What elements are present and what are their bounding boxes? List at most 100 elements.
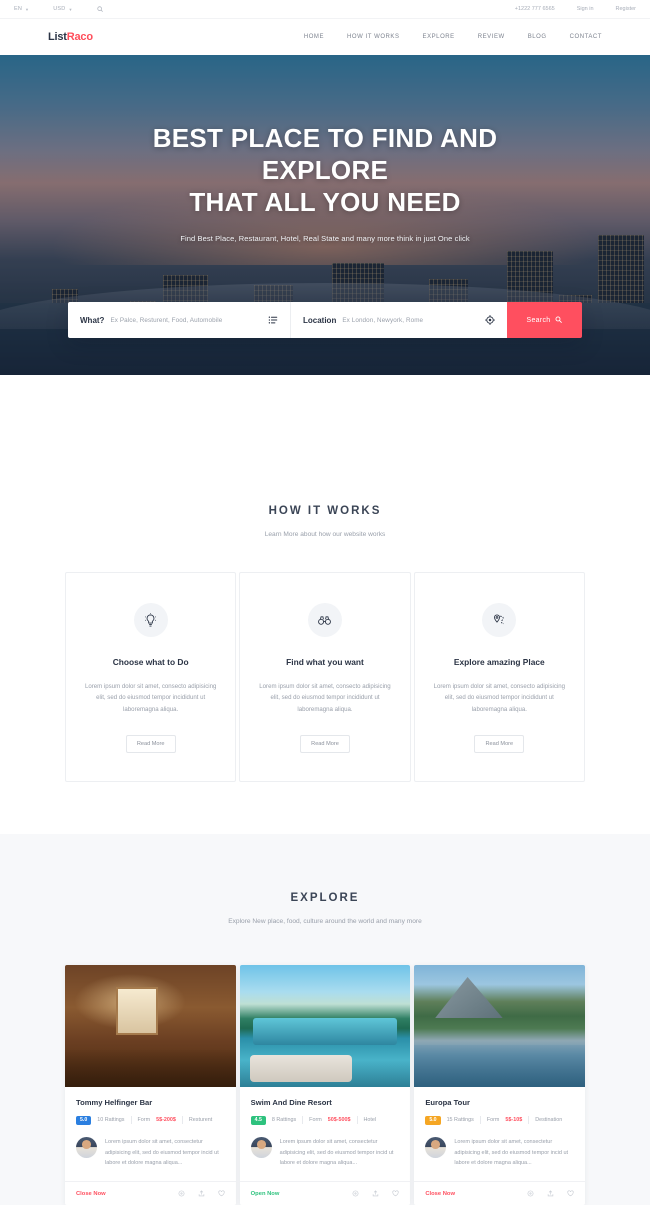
- listing-body: Tommy Helfinger Bar 5.0 10 Rattings Form…: [65, 1087, 236, 1181]
- section-title: HOW IT WORKS: [268, 505, 382, 517]
- card-title: Find what you want: [286, 657, 364, 667]
- search-button[interactable]: Search: [507, 302, 582, 338]
- listing-image: [65, 964, 236, 1087]
- target-icon[interactable]: [485, 315, 495, 325]
- logo[interactable]: ListRaco: [48, 31, 93, 43]
- listing-meta: 4.5 8 Rattings Form 50$-500$ Hotel: [250, 1115, 400, 1125]
- signin-link[interactable]: Sign in: [577, 6, 594, 12]
- list-icon[interactable]: [268, 315, 278, 325]
- lightbulb-icon: [133, 603, 168, 637]
- share-icon[interactable]: [547, 1190, 554, 1197]
- nav-item-review[interactable]: REVIEW: [478, 34, 505, 40]
- listing-title: Swim And Dine Resort: [250, 1097, 332, 1107]
- search-icon[interactable]: [97, 6, 103, 12]
- section-title: EXPLORE: [290, 891, 360, 904]
- nav-item-explore[interactable]: EXPLORE: [423, 34, 455, 40]
- status-badge: Close Now: [76, 1190, 106, 1197]
- read-more-button[interactable]: Read More: [474, 734, 525, 753]
- share-icon[interactable]: [198, 1190, 205, 1197]
- divider: [356, 1116, 358, 1125]
- card-text: Lorem ipsum dolor sit amet, consecto adi…: [84, 683, 217, 713]
- listing-card[interactable]: Europa Tour 5.0 15 Rattings Form 5$-10$ …: [414, 964, 586, 1205]
- nav-item-contact[interactable]: CONTACT: [570, 34, 602, 40]
- listing-card[interactable]: Swim And Dine Resort 4.5 8 Rattings Form…: [239, 964, 411, 1205]
- status-badge: Open Now: [250, 1190, 280, 1197]
- heart-icon[interactable]: [567, 1190, 574, 1197]
- listing-description: Lorem ipsum dolor sit amet, consectetur …: [105, 1139, 219, 1167]
- explore-header: EXPLORE Explore New place, food, culture…: [65, 892, 585, 925]
- location-placeholder: Ex London, Newyork, Rome: [342, 316, 424, 324]
- listing-footer: Open Now: [239, 1181, 411, 1205]
- binoculars-icon: [307, 603, 342, 637]
- section-subtitle: Learn More about how our website works: [264, 531, 386, 538]
- nav-item-how-it-works[interactable]: HOW IT WORKS: [347, 34, 400, 40]
- listing-footer: Close Now: [65, 1181, 236, 1205]
- card-title: Explore amazing Place: [453, 657, 545, 667]
- how-it-works-cards: Choose what to Do Lorem ipsum dolor sit …: [65, 572, 585, 782]
- price-prefix: Form: [309, 1117, 322, 1124]
- language-label: EN: [14, 6, 23, 12]
- search-button-label: Search: [526, 316, 551, 324]
- ratings-count: 10 Rattings: [97, 1117, 125, 1124]
- divider: [479, 1116, 481, 1125]
- nav-item-home[interactable]: HOME: [304, 34, 324, 40]
- register-link[interactable]: Register: [616, 6, 636, 12]
- how-it-works-card-choose: Choose what to Do Lorem ipsum dolor sit …: [65, 572, 237, 782]
- hero-subtitle: Find Best Place, Restaurant, Hotel, Real…: [180, 233, 470, 243]
- nav-item-blog[interactable]: BLOG: [528, 34, 547, 40]
- status-badge: Close Now: [425, 1190, 455, 1197]
- language-selector[interactable]: EN ▼: [14, 6, 29, 12]
- ratings-count: 8 Rattings: [271, 1117, 297, 1124]
- main-navigation: HOME HOW IT WORKS EXPLORE REVIEW BLOG CO…: [304, 34, 602, 40]
- divider: [181, 1116, 183, 1125]
- rating-badge: 4.5: [250, 1115, 266, 1125]
- search-what-field[interactable]: What? Ex Palce, Resturent, Food, Automob…: [68, 302, 290, 338]
- location-pin-icon[interactable]: [527, 1190, 534, 1197]
- read-more-button[interactable]: Read More: [300, 734, 350, 753]
- how-it-works-card-find: Find what you want Lorem ipsum dolor sit…: [239, 572, 411, 782]
- read-more-button[interactable]: Read More: [125, 734, 176, 753]
- listing-description-row: Lorem ipsum dolor sit amet, consectetur …: [76, 1137, 225, 1181]
- currency-selector[interactable]: USD ▼: [53, 6, 72, 12]
- listing-meta: 5.0 10 Rattings Form 5$-200$ Resturent: [76, 1115, 225, 1125]
- logo-text-primary: List: [48, 31, 67, 43]
- top-bar-left: EN ▼ USD ▼: [14, 6, 103, 12]
- hero-title-line1: BEST PLACE TO FIND AND EXPLORE: [152, 123, 498, 185]
- top-bar: EN ▼ USD ▼ +1222 777 6565 Sign in Regist…: [0, 0, 650, 19]
- rating-badge: 5.0: [76, 1115, 92, 1125]
- explore-section: EXPLORE Explore New place, food, culture…: [0, 833, 650, 1205]
- what-label: What?: [80, 315, 105, 325]
- heart-icon[interactable]: [392, 1190, 399, 1197]
- currency-label: USD: [53, 6, 66, 12]
- heart-icon[interactable]: [218, 1190, 225, 1197]
- search-icon: [555, 316, 563, 325]
- listing-category: Hotel: [363, 1117, 377, 1124]
- phone-number[interactable]: +1222 777 6565: [515, 6, 555, 12]
- listing-card[interactable]: Tommy Helfinger Bar 5.0 10 Rattings Form…: [65, 964, 236, 1205]
- location-pin-icon[interactable]: [352, 1190, 359, 1197]
- search-location-field[interactable]: Location Ex London, Newyork, Rome: [290, 302, 507, 338]
- listing-description-row: Lorem ipsum dolor sit amet, consectetur …: [250, 1137, 400, 1181]
- logo-text-accent: Raco: [66, 31, 93, 43]
- site-header: ListRaco HOME HOW IT WORKS EXPLORE REVIE…: [0, 19, 650, 55]
- price-prefix: Form: [486, 1117, 500, 1124]
- listing-footer: Close Now: [414, 1181, 586, 1205]
- share-icon[interactable]: [372, 1190, 379, 1197]
- price-range: 5$-10$: [505, 1117, 523, 1124]
- listing-meta: 5.0 15 Rattings Form 5$-10$ Destination: [425, 1115, 574, 1125]
- listing-category: Resturent: [188, 1117, 213, 1124]
- hero-title-line2: THAT ALL YOU NEED: [189, 186, 461, 217]
- map-route-icon: [482, 603, 517, 637]
- how-it-works-section: HOW IT WORKS Learn More about how our we…: [0, 375, 650, 782]
- hero-section: BEST PLACE TO FIND AND EXPLORE THAT ALL …: [0, 55, 650, 375]
- hero-search-bar: What? Ex Palce, Resturent, Food, Automob…: [68, 302, 582, 338]
- card-title: Choose what to Do: [112, 657, 189, 667]
- card-text: Lorem ipsum dolor sit amet, consecto adi…: [433, 683, 566, 713]
- what-placeholder: Ex Palce, Resturent, Food, Automobile: [110, 316, 223, 324]
- how-it-works-header: HOW IT WORKS Learn More about how our we…: [65, 505, 585, 538]
- listing-image: [239, 964, 411, 1087]
- location-pin-icon[interactable]: [178, 1190, 185, 1197]
- top-bar-right: +1222 777 6565 Sign in Register: [515, 6, 636, 12]
- hero-title: BEST PLACE TO FIND AND EXPLORE THAT ALL …: [110, 123, 540, 219]
- listing-body: Swim And Dine Resort 4.5 8 Rattings Form…: [240, 1087, 411, 1181]
